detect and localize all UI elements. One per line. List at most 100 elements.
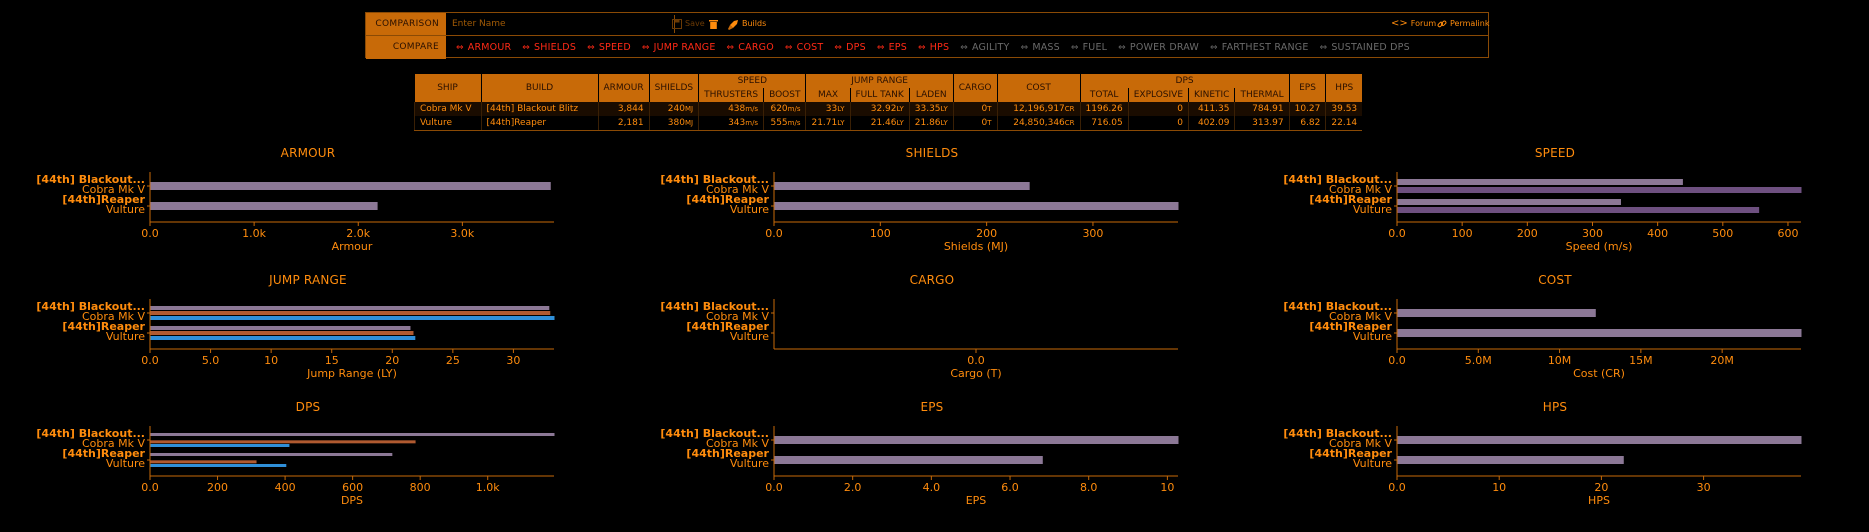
table-row[interactable]: Cobra Mk V [44th] Blackout Blitz 3,844 2… xyxy=(414,102,1363,116)
x-tick-label: 300 xyxy=(1082,227,1103,240)
col-laden[interactable]: LADEN xyxy=(908,88,954,102)
col-max[interactable]: MAX xyxy=(805,88,850,102)
compare-toggle-cargo[interactable]: ⇔ CARGO xyxy=(727,42,774,53)
x-tick-label: 0.0 xyxy=(1388,481,1406,494)
swap-arrows-icon: ⇔ xyxy=(960,42,968,53)
delete-button[interactable] xyxy=(709,13,718,35)
compare-toggle-agility[interactable]: ⇔ AGILITY xyxy=(960,42,1009,53)
x-tick-label: 2.0 xyxy=(844,481,862,494)
compare-toggle-dps[interactable]: ⇔ DPS xyxy=(834,42,865,53)
swap-arrows-icon: ⇔ xyxy=(1210,42,1218,53)
x-tick-label: 25 xyxy=(446,354,460,367)
x-tick-label: 5.0M xyxy=(1465,354,1492,367)
compare-toggle-label: POWER DRAW xyxy=(1129,42,1200,53)
x-tick-label: 200 xyxy=(1517,227,1538,240)
compare-toggle-eps[interactable]: ⇔ EPS xyxy=(877,42,907,53)
x-tick-label: 4.0 xyxy=(923,481,941,494)
swap-arrows-icon: ⇔ xyxy=(834,42,843,53)
col-full-tank[interactable]: FULL TANK xyxy=(849,88,910,102)
builds-button[interactable]: Builds xyxy=(728,13,766,35)
cell-laden: 21.86LY xyxy=(908,116,954,131)
x-tick-label: 2.0k xyxy=(346,227,370,240)
bar xyxy=(150,311,551,315)
compare-toggle-hps[interactable]: ⇔ HPS xyxy=(918,42,949,53)
comparison-toolbar: COMPARISON Save Builds <> Forum Permalin… xyxy=(365,12,1489,59)
bar xyxy=(150,202,378,210)
cell-explosive: 0 xyxy=(1127,116,1189,131)
x-tick-label: 200 xyxy=(976,227,997,240)
category-ship-label: Vulture xyxy=(106,457,145,470)
compare-toggle-label: FUEL xyxy=(1082,42,1108,53)
comparison-name-input[interactable] xyxy=(448,15,675,33)
x-axis-label: Speed (m/s) xyxy=(1566,240,1633,253)
cell-thermal: 313.97 xyxy=(1234,116,1290,131)
bar xyxy=(1397,329,1802,337)
swap-arrows-icon: ⇔ xyxy=(587,42,595,53)
col-speed: SPEED xyxy=(698,74,806,88)
bar xyxy=(150,326,411,330)
compare-toggle-speed[interactable]: ⇔ SPEED xyxy=(587,42,631,53)
x-tick-label: 200 xyxy=(207,481,228,494)
cell-max: 21.71LY xyxy=(805,116,850,131)
compare-toggle-jump-range[interactable]: ⇔ JUMP RANGE xyxy=(642,42,716,53)
x-tick-label: 600 xyxy=(342,481,363,494)
compare-toggle-shields[interactable]: ⇔ SHIELDS xyxy=(522,42,576,53)
col-armour[interactable]: ARMOUR xyxy=(597,74,650,102)
compare-toggle-mass[interactable]: ⇔ MASS xyxy=(1021,42,1060,53)
forum-link[interactable]: <> Forum xyxy=(1391,13,1436,35)
x-axis-label: HPS xyxy=(1588,494,1610,507)
compare-toggle-label: SHIELDS xyxy=(534,42,577,53)
cell-thrusters: 343m/s xyxy=(698,116,764,131)
cell-hps: 22.14 xyxy=(1325,116,1363,131)
cell-explosive: 0 xyxy=(1127,102,1189,116)
chart-svg: 0.0 5.0M 10M 15M 20MCost (CR)[44th] Blackout… xyxy=(1283,299,1802,380)
col-thermal[interactable]: THERMAL xyxy=(1234,88,1290,102)
col-cargo[interactable]: CARGO xyxy=(952,74,998,102)
compare-toggle-farthest-range[interactable]: ⇔ FARTHEST RANGE xyxy=(1210,42,1309,53)
swap-arrows-icon: ⇔ xyxy=(1070,42,1079,53)
x-tick-label: 30 xyxy=(1697,481,1711,494)
bar xyxy=(150,331,414,335)
col-kinetic[interactable]: KINETIC xyxy=(1188,88,1235,102)
x-axis-label: Armour xyxy=(332,240,373,253)
category-ship-label: Vulture xyxy=(730,330,769,343)
cell-eps: 10.27 xyxy=(1288,102,1326,116)
compare-toggle-armour[interactable]: ⇔ ARMOUR xyxy=(456,42,511,53)
col-boost[interactable]: BOOST xyxy=(763,88,806,102)
col-build[interactable]: BUILD xyxy=(480,74,598,102)
col-shields[interactable]: SHIELDS xyxy=(648,74,699,102)
compare-toggle-cost[interactable]: ⇔ COST xyxy=(785,42,824,53)
col-ship[interactable]: SHIP xyxy=(414,74,481,102)
cell-shields: 240MJ xyxy=(648,102,699,116)
compare-toggle-label: ARMOUR xyxy=(467,42,512,53)
compare-toggle-fuel[interactable]: ⇔ FUEL xyxy=(1071,42,1107,53)
x-tick-label: 500 xyxy=(1712,227,1733,240)
col-eps[interactable]: EPS xyxy=(1288,74,1326,102)
bar xyxy=(1397,309,1596,317)
builds-label: Builds xyxy=(742,19,767,28)
compare-toggle-power-draw[interactable]: ⇔ POWER DRAW xyxy=(1118,42,1199,53)
chart-hps: HPS 0.0 10 20 30 HPS [44th] Blackout... Cobra M… xyxy=(1255,400,1855,518)
cell-kinetic: 411.35 xyxy=(1188,102,1235,116)
col-thrusters[interactable]: THRUSTERS xyxy=(698,88,764,102)
x-tick-label: 10M xyxy=(1548,354,1572,367)
swap-arrows-icon: ⇔ xyxy=(917,42,926,53)
compare-toggle-label: SUSTAINED DPS xyxy=(1331,42,1410,53)
permalink-link[interactable]: Permalink xyxy=(1437,13,1489,35)
bar xyxy=(774,456,1043,464)
table-row[interactable]: Vulture [44th]Reaper 2,181 380MJ 343m/s … xyxy=(414,116,1363,131)
col-cost[interactable]: COST xyxy=(996,74,1081,102)
col-total[interactable]: TOTAL xyxy=(1079,88,1129,102)
cell-laden: 33.35LY xyxy=(908,102,954,116)
cell-build: [44th] Blackout Blitz xyxy=(480,102,598,116)
col-hps[interactable]: HPS xyxy=(1325,74,1363,102)
x-axis-label: Cost (CR) xyxy=(1573,367,1625,380)
bar xyxy=(1397,436,1802,444)
cell-thermal: 784.91 xyxy=(1234,102,1290,116)
category-ship-label: Vulture xyxy=(730,203,769,216)
col-explosive[interactable]: EXPLOSIVE xyxy=(1127,88,1189,102)
category-ship-label: Vulture xyxy=(106,203,145,216)
compare-toggle-label: JUMP RANGE xyxy=(653,42,716,53)
compare-toggle-sustained-dps[interactable]: ⇔ SUSTAINED DPS xyxy=(1320,42,1410,53)
save-button[interactable]: Save xyxy=(672,13,705,35)
